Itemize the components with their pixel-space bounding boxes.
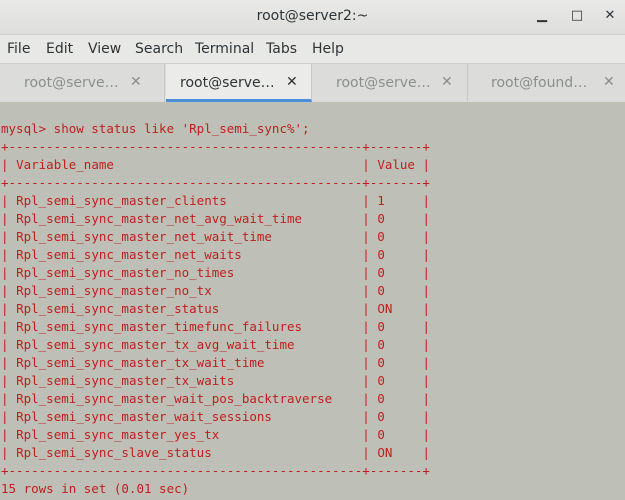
table-row: | Rpl_semi_sync_master_net_waits | 0 | (1, 247, 430, 262)
table-row: | Rpl_semi_sync_master_net_wait_time | 0… (1, 229, 430, 244)
table-row: | Rpl_semi_sync_master_clients | 1 | (1, 193, 430, 208)
tab-1[interactable]: root@serve… ✕ (0, 64, 165, 102)
table-row: | Rpl_semi_sync_master_yes_tx | 0 | (1, 427, 430, 442)
column-header-value: Value (377, 157, 415, 172)
variable-name: Rpl_semi_sync_master_no_times (16, 265, 235, 280)
variable-name: Rpl_semi_sync_slave_status (16, 445, 212, 460)
table-row: | Rpl_semi_sync_master_wait_pos_backtrav… (1, 391, 430, 406)
close-icon[interactable]: ✕ (601, 7, 619, 25)
column-header-name: Variable_name (16, 157, 114, 172)
table-border: +---------------------------------------… (1, 139, 430, 154)
menu-search[interactable]: Search (135, 41, 183, 57)
tab-4[interactable]: root@found… ✕ (469, 64, 625, 102)
variable-value: 0 (377, 211, 385, 226)
close-tab-icon[interactable]: ✕ (441, 74, 453, 90)
table-row: | Rpl_semi_sync_master_wait_sessions | 0… (1, 409, 430, 424)
menu-terminal[interactable]: Terminal (195, 41, 254, 57)
command-line: mysql> show status like 'Rpl_semi_sync%'… (1, 121, 310, 136)
variable-name: Rpl_semi_sync_master_tx_wait_time (16, 355, 265, 370)
table-row: | Rpl_semi_sync_master_tx_waits | 0 | (1, 373, 430, 388)
table-row: | Rpl_semi_sync_master_tx_avg_wait_time … (1, 337, 430, 352)
close-tab-icon[interactable]: ✕ (130, 74, 142, 90)
table-row: | Rpl_semi_sync_master_no_tx | 0 | (1, 283, 430, 298)
title-bar: root@server2:~ ▁ □ ✕ (0, 0, 625, 35)
variable-value: 0 (377, 337, 385, 352)
window-title: root@server2:~ (256, 8, 369, 24)
variable-value: 0 (377, 355, 385, 370)
maximize-icon[interactable]: □ (568, 7, 586, 25)
menu-tabs[interactable]: Tabs (266, 41, 297, 57)
variable-name: Rpl_semi_sync_master_wait_sessions (16, 409, 272, 424)
menu-edit[interactable]: Edit (46, 41, 73, 57)
table-border: +---------------------------------------… (1, 175, 430, 190)
variable-name: Rpl_semi_sync_master_status (16, 301, 220, 316)
variable-value: 0 (377, 427, 385, 442)
tab-label: root@found… (491, 75, 588, 91)
variable-value: 0 (377, 283, 385, 298)
menu-help[interactable]: Help (312, 41, 344, 57)
variable-value: 0 (377, 373, 385, 388)
menu-view[interactable]: View (88, 41, 121, 57)
variable-value: ON (377, 445, 393, 460)
variable-name: Rpl_semi_sync_master_no_tx (16, 283, 212, 298)
variable-value: 0 (377, 247, 385, 262)
variable-value: 0 (377, 391, 385, 406)
table-row: | Rpl_semi_sync_master_tx_wait_time | 0 … (1, 355, 430, 370)
variable-name: Rpl_semi_sync_master_yes_tx (16, 427, 220, 442)
result-summary: 15 rows in set (0.01 sec) (1, 481, 190, 496)
variable-value: 0 (377, 229, 385, 244)
variable-value: 0 (377, 319, 385, 334)
variable-value: 0 (377, 409, 385, 424)
variable-name: Rpl_semi_sync_master_net_avg_wait_time (16, 211, 303, 226)
table-header: | Variable_name | Value | (1, 157, 431, 172)
close-tab-icon[interactable]: ✕ (286, 74, 298, 90)
tab-label: root@serve… (180, 75, 275, 91)
tab-2[interactable]: root@serve… ✕ (166, 64, 312, 102)
tab-bar: root@serve… ✕ root@serve… ✕ root@serve… … (0, 63, 625, 103)
table-row: | Rpl_semi_sync_master_no_times | 0 | (1, 265, 430, 280)
table-row: | Rpl_semi_sync_master_timefunc_failures… (1, 319, 430, 334)
tab-label: root@serve… (24, 75, 119, 91)
table-row: | Rpl_semi_sync_master_status | ON | (1, 301, 431, 316)
tab-3[interactable]: root@serve… ✕ (313, 64, 468, 102)
table-row: | Rpl_semi_sync_master_net_avg_wait_time… (1, 211, 430, 226)
variable-name: Rpl_semi_sync_master_clients (16, 193, 227, 208)
minimize-icon[interactable]: ▁ (533, 7, 551, 25)
variable-value: 0 (377, 265, 385, 280)
close-tab-icon[interactable]: ✕ (603, 74, 615, 90)
variable-name: Rpl_semi_sync_master_wait_pos_backtraver… (16, 391, 333, 406)
menu-bar: File Edit View Search Terminal Tabs Help (0, 35, 625, 63)
tab-label: root@serve… (336, 75, 431, 91)
menu-file[interactable]: File (7, 41, 30, 57)
variable-name: Rpl_semi_sync_master_tx_waits (16, 373, 235, 388)
variable-name: Rpl_semi_sync_master_timefunc_failures (16, 319, 303, 334)
terminal-output[interactable]: mysql> show status like 'Rpl_semi_sync%'… (0, 102, 625, 500)
variable-name: Rpl_semi_sync_master_net_waits (16, 247, 242, 262)
variable-value: ON (377, 301, 393, 316)
table-row: | Rpl_semi_sync_slave_status | ON | (1, 445, 431, 460)
table-border: +---------------------------------------… (1, 463, 430, 478)
variable-name: Rpl_semi_sync_master_tx_avg_wait_time (16, 337, 295, 352)
variable-name: Rpl_semi_sync_master_net_wait_time (16, 229, 272, 244)
variable-value: 1 (377, 193, 385, 208)
